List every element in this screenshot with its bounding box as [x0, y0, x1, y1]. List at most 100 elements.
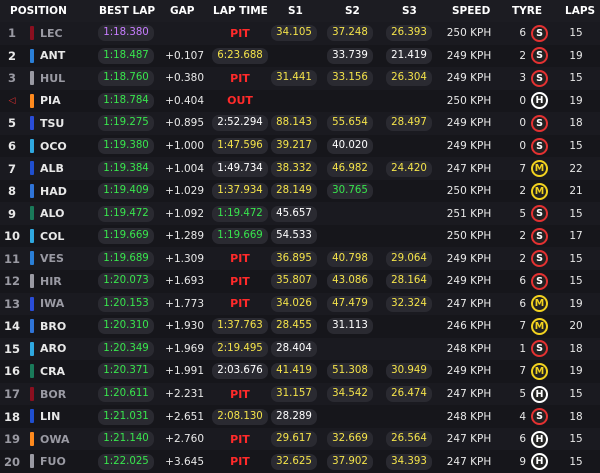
position-number: 14: [3, 319, 20, 334]
sector3-cell: 26.564: [381, 428, 437, 451]
speed-value: 247 KPH: [446, 388, 492, 401]
tyre-age: 7: [519, 320, 526, 333]
sector1-cell: 34.026: [271, 293, 317, 316]
driver-row-12[interactable]: 12 HIR 1:20.073 +1.693 PIT 35.807 43.086…: [0, 270, 600, 293]
sector3-cell: 28.164: [381, 270, 437, 293]
lap-time-value: PIT: [230, 387, 250, 401]
gap-value: +3.645: [165, 455, 204, 468]
sector1-cell: 29.617: [271, 428, 317, 451]
lap-time-value: 2:03.676: [212, 363, 268, 380]
driver-code: IWA: [40, 297, 65, 311]
driver-row-18[interactable]: 18 LIN 1:21.031 +2.651 2:08.130 28.289 2…: [0, 405, 600, 428]
best-lap-cell: 1:20.153: [96, 293, 156, 316]
team-color-bar: [30, 431, 34, 446]
driver-row-5[interactable]: 5 TSU 1:19.275 +0.895 2:52.294 88.143 55…: [0, 112, 600, 135]
driver-row-14[interactable]: 14 BRO 1:20.310 +1.930 1:37.763 28.455 3…: [0, 315, 600, 338]
best-lap-value: 1:21.031: [98, 408, 154, 425]
team-color-bar: [30, 116, 34, 131]
header-gap: GAP: [170, 5, 195, 17]
team-color-bar: [30, 228, 34, 243]
tyre-cell: 5 S: [500, 202, 548, 225]
laps-value: 18: [569, 342, 583, 355]
position-number: 7: [7, 161, 16, 176]
tyre-age: 6: [519, 297, 526, 310]
sector2-value: 33.156: [327, 70, 373, 87]
speed-value: 250 KPH: [446, 27, 492, 40]
sector1-value: 28.149: [271, 183, 317, 200]
driver-row-16[interactable]: 16 CRA 1:20.371 +1.991 2:03.676 41.419 5…: [0, 360, 600, 383]
sector1-cell: 35.807: [271, 270, 317, 293]
driver-row-17[interactable]: 17 BOR 1:20.611 +2.231 PIT 31.157 34.542…: [0, 382, 600, 406]
driver-row-13[interactable]: 13 IWA 1:20.153 +1.773 PIT 34.026 47.479…: [0, 292, 600, 316]
lap-time-value: PIT: [230, 71, 250, 85]
driver-code: COL: [40, 229, 65, 243]
driver-row-15[interactable]: 15 ARO 1:20.349 +1.969 2:19.495 28.404 2…: [0, 337, 600, 361]
driver-row-19[interactable]: 19 OWA 1:21.140 +2.760 PIT 29.617 32.669…: [0, 427, 600, 451]
best-lap-value: 1:19.384: [98, 160, 154, 177]
tyre-age: 1: [519, 342, 526, 355]
driver-row-1[interactable]: 1 LEC 1:18.380 PIT 34.105 37.248 26.393 …: [0, 22, 600, 45]
tyre-cell: 7 M: [500, 315, 548, 338]
driver-row-4[interactable]: ◁ PIA 1:18.784 +0.404 OUT 250 KPH 0 H 19: [0, 89, 600, 113]
gap-value: +1.773: [165, 297, 204, 310]
driver-code: ALO: [40, 207, 65, 221]
speed-value: 250 KPH: [446, 185, 492, 198]
sector2-cell: 47.479: [325, 293, 375, 316]
sector2-cell: [325, 202, 375, 225]
lap-time-value: PIT: [230, 252, 250, 266]
driver-row-20[interactable]: 20 FUO 1:22.025 +3.645 PIT 32.625 37.902…: [0, 450, 600, 473]
sector3-cell: 34.393: [381, 450, 437, 473]
driver-row-3[interactable]: 3 HUL 1:18.760 +0.380 PIT 31.441 33.156 …: [0, 67, 600, 90]
lap-time-value: 6:23.688: [212, 47, 268, 64]
timing-header: POSITION BEST LAP GAP LAP TIME S1 S2 S3 …: [0, 0, 600, 22]
sector3-cell: 30.949: [381, 360, 437, 383]
lap-time-value: 1:47.596: [212, 138, 268, 154]
driver-row-7[interactable]: 7 ALB 1:19.384 +1.004 1:49.734 38.332 46…: [0, 157, 600, 180]
driver-row-10[interactable]: 10 COL 1:19.669 +1.289 1:19.669 54.533 2…: [0, 224, 600, 248]
position-number: 2: [7, 48, 16, 63]
sector3-value: 26.474: [386, 386, 432, 403]
tyre-age: 3: [519, 72, 526, 85]
sector2-cell: 37.248: [325, 22, 375, 45]
lap-time-value: PIT: [230, 297, 250, 311]
laps-value: 15: [569, 455, 583, 468]
laps-value: 15: [569, 388, 583, 401]
sector1-value: 41.419: [271, 363, 317, 380]
sector1-cell: 45.657: [271, 202, 317, 225]
tyre-compound-icon: H: [531, 92, 548, 110]
laps-value: 20: [569, 320, 583, 333]
lap-time-cell: 1:19.669: [212, 225, 268, 248]
driver-code: ARO: [40, 342, 67, 356]
driver-row-9[interactable]: 9 ALO 1:19.472 +1.092 1:19.472 45.657 25…: [0, 202, 600, 225]
best-lap-cell: 1:19.380: [96, 135, 156, 158]
gap-value: +0.380: [165, 72, 204, 85]
sector2-value: 37.902: [327, 453, 373, 470]
best-lap-value: 1:20.073: [98, 273, 154, 290]
tyre-compound-icon: S: [531, 114, 548, 132]
speed-value: 247 KPH: [446, 162, 492, 175]
header-laps: LAPS: [565, 5, 596, 17]
sector2-cell: 43.086: [325, 270, 375, 293]
best-lap-cell: 1:20.349: [96, 338, 156, 361]
tyre-age: 2: [519, 49, 526, 62]
sector3-value: 26.304: [386, 70, 432, 87]
lap-time-cell: PIT: [212, 293, 268, 316]
tyre-compound-icon: H: [531, 385, 548, 403]
driver-row-6[interactable]: 6 OCO 1:19.380 +1.000 1:47.596 39.217 40…: [0, 134, 600, 158]
driver-row-8[interactable]: 8 HAD 1:19.409 +1.029 1:37.934 28.149 30…: [0, 179, 600, 203]
tyre-compound-icon: S: [531, 408, 548, 426]
sector3-value: 26.564: [386, 431, 432, 448]
tyre-cell: 6 S: [500, 270, 548, 293]
driver-row-2[interactable]: 2 ANT 1:18.487 +0.107 6:23.688 33.739 21…: [0, 44, 600, 68]
lap-time-value: 2:52.294: [212, 115, 268, 132]
tyre-age: 4: [519, 410, 526, 423]
tyre-compound-icon: H: [531, 453, 548, 471]
sector3-cell: 24.420: [381, 157, 437, 180]
driver-row-11[interactable]: 11 VES 1:19.689 +1.309 PIT 36.895 40.798…: [0, 247, 600, 271]
sector2-cell: 40.020: [325, 135, 375, 158]
best-lap-value: 1:18.784: [98, 92, 154, 109]
sector1-value: 36.895: [271, 250, 317, 267]
laps-value: 18: [569, 410, 583, 423]
lap-time-cell: 1:37.934: [212, 180, 268, 203]
tyre-cell: 3 S: [500, 67, 548, 90]
